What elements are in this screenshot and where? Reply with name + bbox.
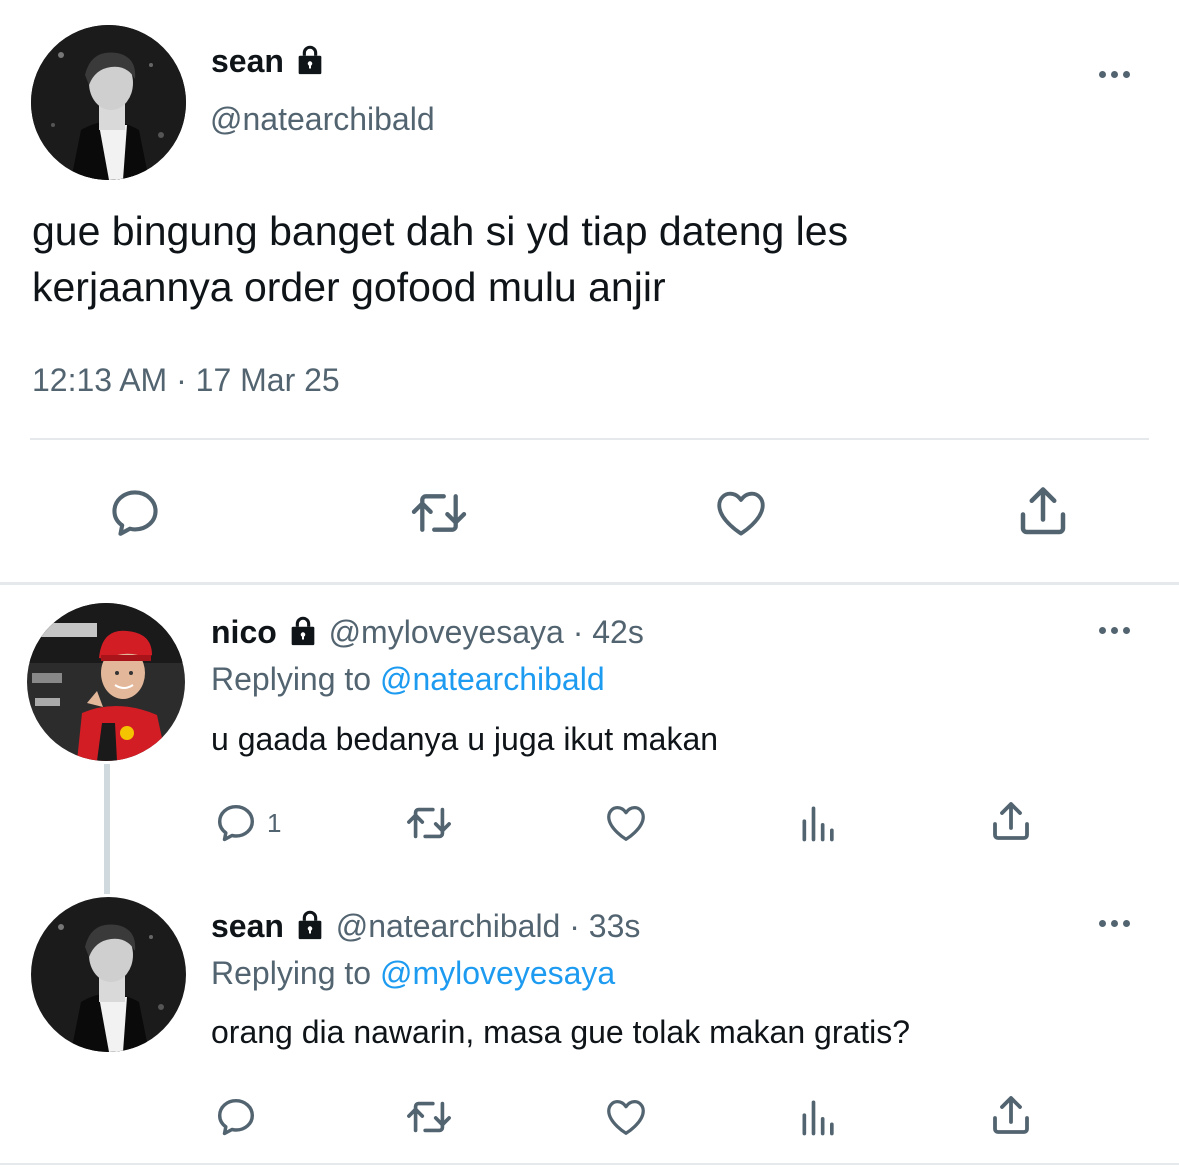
avatar[interactable] bbox=[31, 897, 186, 1052]
reply-button[interactable]: 1 bbox=[213, 800, 281, 846]
handle[interactable]: @myloveyesaya bbox=[329, 614, 564, 650]
display-name[interactable]: sean bbox=[211, 908, 284, 944]
retweet-button[interactable] bbox=[408, 484, 470, 542]
tweet-text: orang dia nawarin, masa gue tolak makan … bbox=[211, 1014, 911, 1050]
retweet-icon bbox=[407, 1101, 451, 1133]
share-button[interactable] bbox=[987, 798, 1035, 846]
replying-prefix: Replying to bbox=[211, 955, 380, 991]
author-line: sean bbox=[211, 42, 327, 85]
reply-icon bbox=[217, 804, 255, 842]
share-icon bbox=[993, 802, 1029, 840]
time[interactable]: · 33s bbox=[569, 908, 640, 944]
display-name[interactable]: nico bbox=[211, 614, 277, 650]
retweet-icon bbox=[411, 494, 467, 532]
thread-line bbox=[104, 764, 110, 894]
views-button[interactable] bbox=[797, 1094, 841, 1140]
reply-button[interactable] bbox=[106, 484, 164, 542]
like-button[interactable] bbox=[710, 484, 772, 542]
replying-prefix: Replying to bbox=[211, 661, 380, 697]
like-button[interactable] bbox=[601, 1094, 651, 1140]
lock-icon bbox=[293, 908, 327, 950]
section-divider bbox=[0, 1163, 1179, 1165]
share-icon bbox=[993, 1096, 1029, 1134]
views-button[interactable] bbox=[797, 800, 841, 846]
more-icon[interactable] bbox=[1099, 71, 1130, 78]
retweet-button[interactable] bbox=[403, 1094, 455, 1140]
retweet-button[interactable] bbox=[403, 800, 455, 846]
views-icon bbox=[802, 806, 834, 842]
more-icon[interactable] bbox=[1099, 627, 1130, 634]
replying-to: Replying to @natearchibald bbox=[211, 660, 605, 698]
display-name[interactable]: sean bbox=[211, 43, 284, 79]
reply-icon bbox=[112, 490, 158, 536]
retweet-icon bbox=[407, 807, 451, 839]
like-icon bbox=[717, 491, 765, 536]
handle[interactable]: @natearchibald bbox=[210, 100, 435, 138]
avatar[interactable] bbox=[31, 25, 186, 180]
author-line: sean @natearchibald · 33s bbox=[211, 907, 640, 950]
reply-button[interactable] bbox=[213, 1094, 259, 1140]
share-button[interactable] bbox=[1012, 482, 1074, 542]
share-button[interactable] bbox=[987, 1092, 1035, 1140]
section-divider bbox=[0, 582, 1179, 585]
lock-icon bbox=[293, 43, 327, 85]
replying-to-link[interactable]: @myloveyesaya bbox=[380, 955, 615, 991]
tweet-text: gue bingung banget dah si yd tiap dateng… bbox=[32, 203, 848, 315]
replying-to: Replying to @myloveyesaya bbox=[211, 954, 615, 992]
share-icon bbox=[1020, 487, 1066, 535]
tweet-text: u gaada bedanya u juga ikut makan bbox=[211, 721, 719, 757]
timestamp[interactable]: 12:13 AM · 17 Mar 25 bbox=[32, 361, 340, 399]
handle[interactable]: @natearchibald bbox=[336, 908, 561, 944]
views-icon bbox=[802, 1100, 834, 1136]
tweet-text-line: gue bingung banget dah si yd tiap dateng… bbox=[32, 208, 849, 254]
tweet-text-line: kerjaannya order gofood mulu anjir bbox=[32, 264, 666, 310]
like-icon bbox=[607, 1100, 645, 1135]
replying-to-link[interactable]: @natearchibald bbox=[380, 661, 605, 697]
like-button[interactable] bbox=[601, 800, 651, 846]
reply-count: 1 bbox=[267, 807, 282, 838]
lock-icon bbox=[286, 614, 320, 656]
divider bbox=[30, 438, 1149, 440]
reply-icon bbox=[217, 1098, 255, 1136]
author-line: nico @myloveyesaya · 42s bbox=[211, 613, 644, 656]
time[interactable]: · 42s bbox=[573, 614, 644, 650]
like-icon bbox=[607, 806, 645, 841]
more-icon[interactable] bbox=[1099, 920, 1130, 927]
avatar[interactable] bbox=[27, 603, 185, 761]
